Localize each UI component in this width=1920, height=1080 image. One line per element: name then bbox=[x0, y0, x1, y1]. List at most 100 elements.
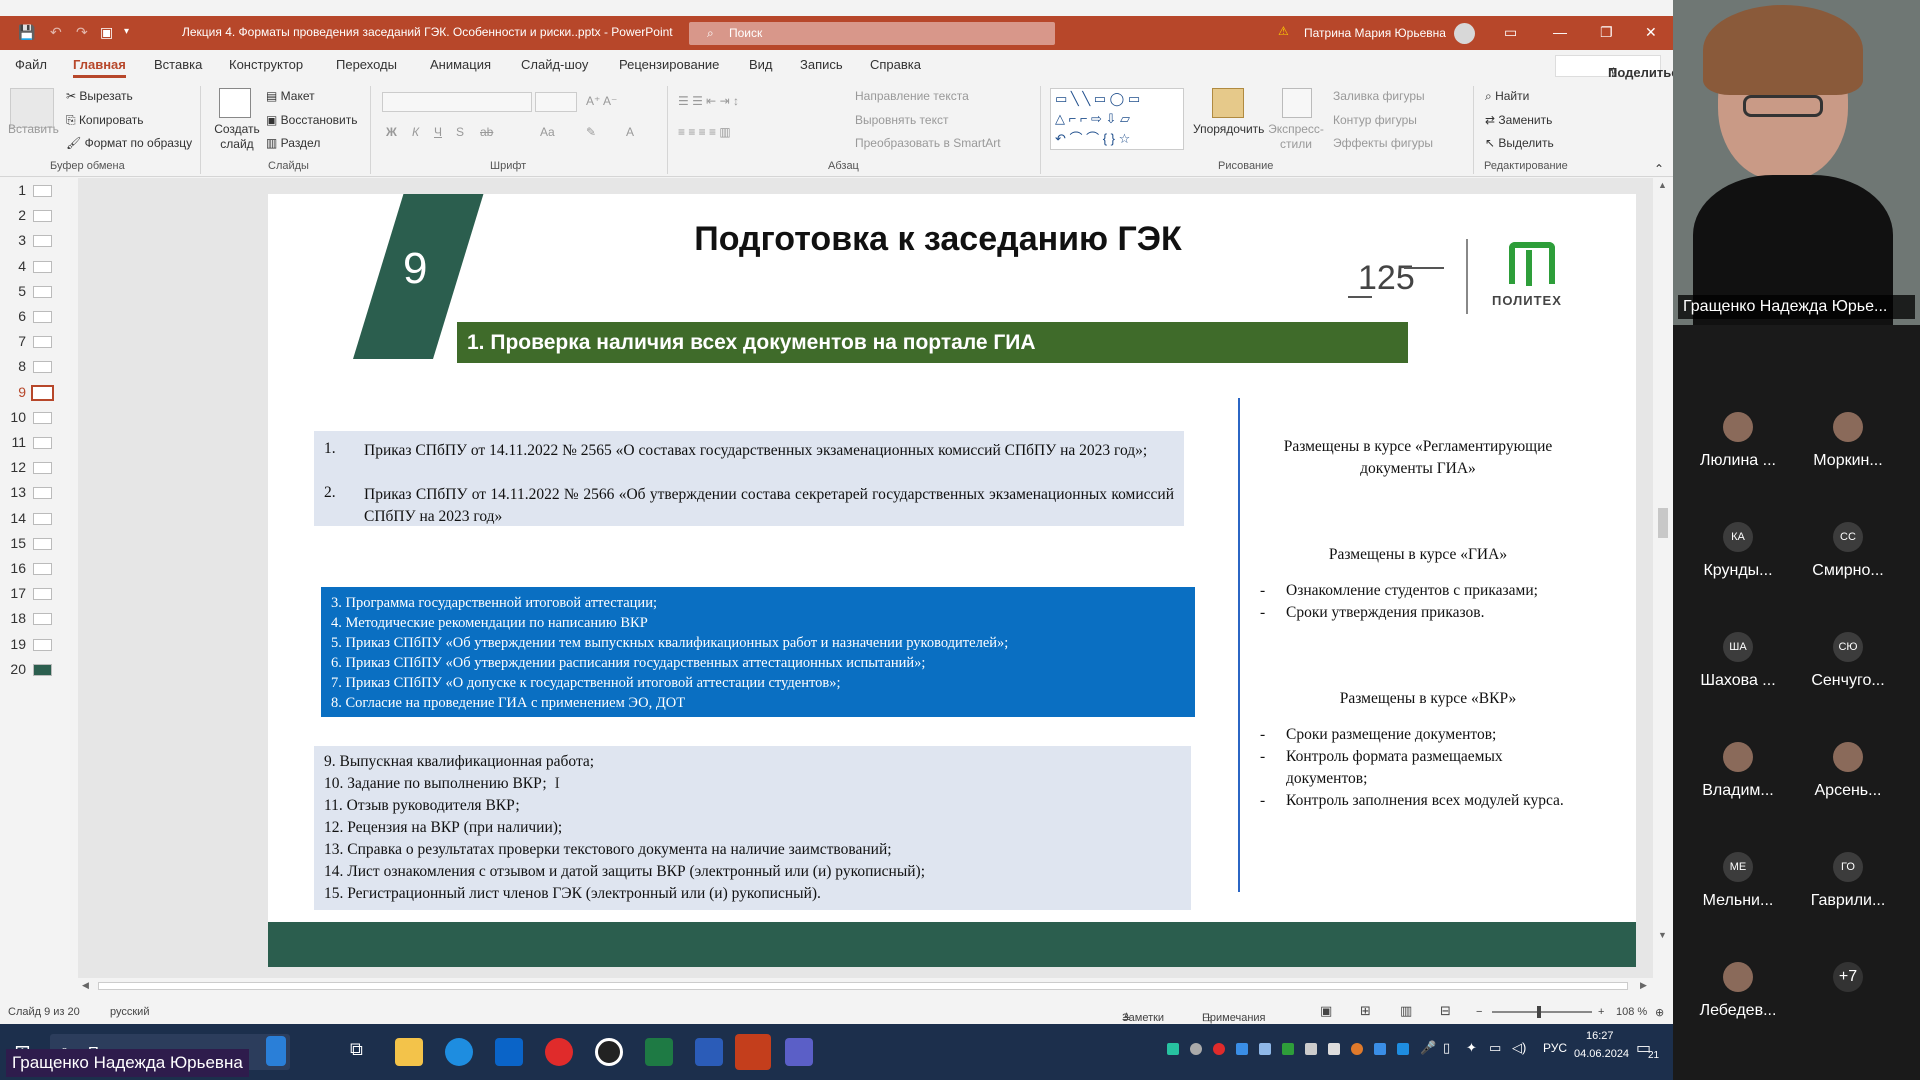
excel-icon[interactable] bbox=[645, 1038, 673, 1066]
zoom-level[interactable]: 108 % bbox=[1616, 1006, 1647, 1018]
slide-thumbnail[interactable]: 12 bbox=[0, 459, 77, 479]
new-slide-button[interactable]: Создать слайд bbox=[214, 122, 260, 152]
scroll-up-icon[interactable]: ▲ bbox=[1658, 180, 1667, 190]
right-note-3-list[interactable]: - Сроки размещение документов; - Контроль … bbox=[1260, 724, 1590, 812]
change-case-icon[interactable]: Aa bbox=[540, 125, 555, 139]
slide-thumbnail[interactable]: 7 bbox=[0, 333, 77, 353]
customize-icon[interactable]: ▾ bbox=[124, 26, 129, 37]
shape-outline-button[interactable]: Контур фигуры bbox=[1333, 113, 1417, 127]
align-icons[interactable]: ≡ ≡ ≡ ≡ ▥ bbox=[678, 125, 731, 139]
participant-tile[interactable]: ША Шахова ... bbox=[1683, 632, 1793, 702]
slide-thumbnail[interactable]: 10 bbox=[0, 409, 77, 429]
layout-button[interactable]: ▤ Макет bbox=[266, 89, 315, 103]
tab-design[interactable]: Конструктор bbox=[229, 57, 303, 72]
arrange-button[interactable]: Упорядочить bbox=[1193, 122, 1264, 136]
shapes-gallery[interactable]: ▭ ╲ ╲ ▭ ◯ ▭ △ ⌐ ⌐ ⇨ ⇩ ▱ ↶ ⌒ ⌒ { } ☆ bbox=[1050, 88, 1184, 150]
chrome-icon[interactable] bbox=[595, 1038, 623, 1066]
participant-tile[interactable]: МЕ Мельни... bbox=[1683, 852, 1793, 922]
tab-record[interactable]: Запись bbox=[800, 57, 843, 72]
user-avatar[interactable] bbox=[1454, 23, 1475, 44]
tray-app-icon[interactable] bbox=[1167, 1043, 1179, 1055]
slide-thumbnail[interactable]: 3 bbox=[0, 232, 77, 252]
participant-tile[interactable]: СЮ Сенчуго... bbox=[1793, 632, 1903, 702]
section-heading[interactable]: 1. Проверка наличия всех документов на п… bbox=[457, 322, 1408, 363]
fit-slide-icon[interactable]: ⊕ bbox=[1655, 1006, 1664, 1019]
search-box[interactable]: ⌕ Поиск bbox=[689, 22, 1055, 45]
scroll-right-icon[interactable]: ▶ bbox=[1640, 980, 1647, 991]
clock-date[interactable]: 04.06.2024 bbox=[1574, 1048, 1629, 1060]
tray-app-icon[interactable] bbox=[1282, 1043, 1294, 1055]
participant-tile[interactable]: Моркин... bbox=[1793, 412, 1903, 482]
onedrive-icon[interactable] bbox=[1374, 1043, 1386, 1055]
font-grow-icon[interactable]: A⁺ A⁻ bbox=[586, 94, 617, 108]
font-family-select[interactable] bbox=[382, 92, 532, 112]
documents-box-3[interactable]: 9. Выпускная квалификационная работа; 10… bbox=[314, 746, 1191, 910]
select-button[interactable]: ↖ Выделить bbox=[1485, 136, 1554, 150]
zoom-slider[interactable] bbox=[1492, 1011, 1592, 1013]
vertical-scrollbar[interactable]: ▲ ▼ bbox=[1653, 178, 1673, 978]
documents-box-2[interactable]: 3. Программа государственной итоговой ат… bbox=[321, 587, 1195, 717]
share-button[interactable]: ⇪ Поделиться bbox=[1555, 55, 1673, 80]
highlight-icon[interactable]: ✎ bbox=[586, 125, 596, 139]
powerpoint-taskbar-icon[interactable] bbox=[735, 1034, 771, 1070]
find-button[interactable]: ⌕ Найти bbox=[1485, 89, 1529, 104]
tab-view[interactable]: Вид bbox=[749, 57, 773, 72]
participant-tile[interactable]: КА Крунды... bbox=[1683, 522, 1793, 592]
section-button[interactable]: ▥ Раздел bbox=[266, 136, 320, 150]
tab-animation[interactable]: Анимация bbox=[430, 57, 491, 72]
tray-app-icon[interactable] bbox=[1305, 1043, 1317, 1055]
file-explorer-icon[interactable] bbox=[395, 1038, 423, 1066]
slide-thumbnail[interactable]: 19 bbox=[0, 636, 77, 656]
underline-icon[interactable]: Ч bbox=[434, 125, 442, 139]
slide-thumbnail[interactable]: 15 bbox=[0, 535, 77, 555]
present-icon[interactable]: ▣ bbox=[100, 24, 113, 41]
tray-app-icon[interactable] bbox=[1259, 1043, 1271, 1055]
right-note-3-title[interactable]: Размещены в курсе «ВКР» bbox=[1288, 688, 1568, 710]
horizontal-scrollbar-thumb[interactable] bbox=[98, 982, 1628, 990]
close-icon[interactable]: ✕ bbox=[1645, 24, 1657, 41]
participant-tile[interactable]: Люлина ... bbox=[1683, 412, 1793, 482]
bold-icon[interactable]: Ж bbox=[386, 125, 397, 139]
teams-icon[interactable] bbox=[785, 1038, 813, 1066]
scroll-down-icon[interactable]: ▼ bbox=[1658, 930, 1667, 940]
clock-time[interactable]: 16:27 bbox=[1586, 1030, 1614, 1042]
participant-tile[interactable]: Арсень... bbox=[1793, 742, 1903, 812]
zoom-in-icon[interactable]: + bbox=[1598, 1006, 1604, 1018]
slide-thumbnail[interactable]: 16 bbox=[0, 560, 77, 580]
word-icon[interactable] bbox=[695, 1038, 723, 1066]
collapse-ribbon-icon[interactable]: ⌃ bbox=[1654, 162, 1664, 176]
tab-transitions[interactable]: Переходы bbox=[336, 57, 397, 72]
normal-view-icon[interactable]: ▣ bbox=[1320, 1003, 1332, 1019]
task-view-icon[interactable]: ⧉ bbox=[350, 1039, 363, 1060]
save-icon[interactable]: 💾 bbox=[18, 24, 35, 41]
font-size-select[interactable] bbox=[535, 92, 577, 112]
participant-tile[interactable]: Лебедев... bbox=[1683, 962, 1793, 1032]
slide-thumbnail[interactable]: 14 bbox=[0, 510, 77, 530]
quick-styles-icon[interactable] bbox=[1282, 88, 1312, 118]
strikethrough-icon[interactable]: ab bbox=[480, 125, 493, 139]
zoom-slider-thumb[interactable] bbox=[1537, 1006, 1541, 1018]
network-icon[interactable]: ▭ bbox=[1489, 1040, 1501, 1056]
shadow-icon[interactable]: S bbox=[456, 125, 464, 139]
tray-app-icon[interactable] bbox=[1190, 1043, 1202, 1055]
language-indicator[interactable]: русский bbox=[110, 1006, 149, 1018]
format-painter-button[interactable]: 🖌 Формат по образцу bbox=[66, 136, 192, 150]
right-note-2-title[interactable]: Размещены в курсе «ГИА» bbox=[1278, 544, 1558, 566]
security-icon[interactable]: ✦ bbox=[1466, 1040, 1477, 1056]
slide-thumbnail[interactable]: 9 bbox=[0, 384, 77, 404]
text-direction-button[interactable]: Направление текста bbox=[855, 89, 969, 103]
outlook-icon[interactable] bbox=[495, 1038, 523, 1066]
ribbon-display-icon[interactable]: ▭ bbox=[1504, 24, 1517, 41]
tab-help[interactable]: Справка bbox=[870, 57, 921, 72]
tab-insert[interactable]: Вставка bbox=[154, 57, 202, 72]
font-color-icon[interactable]: A bbox=[626, 125, 634, 139]
tab-home[interactable]: Главная bbox=[73, 57, 126, 78]
replace-button[interactable]: ⇄ Заменить bbox=[1485, 113, 1552, 127]
slide-thumbnail[interactable]: 8 bbox=[0, 358, 77, 378]
slide-thumbnail[interactable]: 1 bbox=[0, 182, 77, 202]
new-slide-icon[interactable] bbox=[219, 88, 251, 118]
cut-button[interactable]: ✂ Вырезать bbox=[66, 89, 133, 103]
slide[interactable]: 9 Подготовка к заседанию ГЭК 125 ПОЛИТЕХ… bbox=[268, 194, 1636, 967]
slide-title[interactable]: Подготовка к заседанию ГЭК bbox=[568, 220, 1308, 259]
participant-tile[interactable]: СС Смирно... bbox=[1793, 522, 1903, 592]
